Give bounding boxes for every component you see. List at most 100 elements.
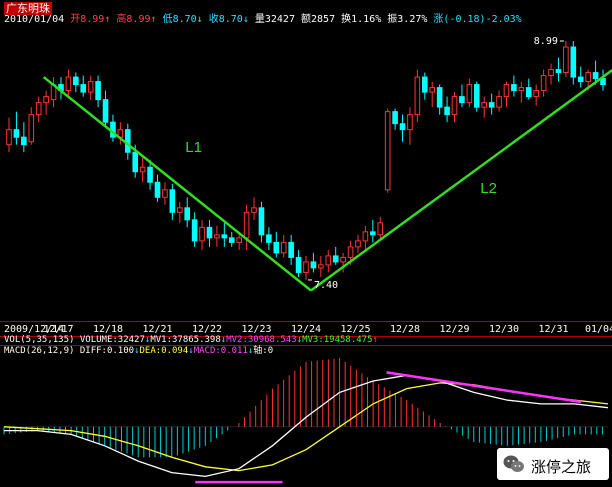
- candle-body: [236, 237, 242, 243]
- watermark: 涨停之旅: [497, 448, 609, 480]
- vol-mv1: MV1:37865.398: [150, 335, 221, 345]
- candle-body: [540, 75, 547, 92]
- candle-body: [139, 166, 146, 173]
- candle-body: [577, 76, 584, 83]
- candle-body: [377, 222, 384, 236]
- macd-value: MACD:0.011: [193, 346, 248, 356]
- macd-axis: 轴:0: [253, 346, 274, 356]
- candle-body: [421, 76, 428, 93]
- date-tick-label: 12/23: [241, 324, 272, 335]
- candle-body: [184, 207, 191, 221]
- up-arrow-icon: ↑: [372, 335, 378, 345]
- candle-body: [243, 211, 250, 239]
- candle-body: [124, 129, 131, 153]
- candle-body: [370, 231, 376, 236]
- candle-body: [6, 129, 12, 146]
- candle-body: [199, 226, 205, 242]
- candle-body: [295, 256, 302, 273]
- candle-body: [407, 114, 413, 131]
- candle-body: [80, 84, 87, 93]
- vol-mv2: MV2:30968.543: [226, 335, 297, 345]
- candle-body: [466, 84, 473, 104]
- high-price-label: 8.99: [534, 36, 558, 47]
- candle-body: [206, 226, 213, 239]
- candle-body: [347, 246, 354, 258]
- macd-dea: DEA:0.094: [139, 346, 189, 356]
- date-tick-label: 12/17: [43, 324, 74, 335]
- candle-body: [481, 102, 488, 108]
- candle-body: [384, 111, 391, 191]
- candle-body: [73, 76, 79, 86]
- candle-body: [399, 123, 406, 131]
- vol-name: VOL(5,35,135): [4, 335, 75, 345]
- candle-body: [503, 84, 510, 98]
- date-tick-label: 12/30: [488, 324, 520, 335]
- candle-body: [340, 256, 346, 263]
- candle-body: [355, 240, 361, 248]
- candle-body: [214, 234, 220, 239]
- candle-body: [444, 106, 450, 116]
- candle-body: [533, 90, 539, 98]
- trendline-label-l2: L2: [480, 180, 497, 197]
- candle-body: [592, 72, 599, 80]
- candle-body: [65, 76, 72, 92]
- candle-body: [258, 207, 265, 236]
- candle-body: [585, 72, 591, 83]
- date-tick-label: 12/25: [340, 324, 371, 335]
- candle-body: [162, 189, 168, 198]
- date-tick-label: 12/24: [290, 324, 322, 335]
- candle-body: [548, 69, 554, 77]
- candle-body: [325, 255, 332, 266]
- candle-body: [154, 181, 161, 198]
- wechat-icon: [503, 455, 524, 472]
- candle-body: [518, 87, 525, 92]
- candle-body: [318, 264, 324, 269]
- candle-body: [525, 87, 532, 98]
- vol-volume: VOLUME:32427: [79, 335, 145, 345]
- watermark-text: 涨停之旅: [531, 458, 592, 476]
- candle-body: [488, 102, 495, 108]
- candle-body: [21, 136, 27, 146]
- stock-chart-screen: 广东明珠 2010/01/04 开8.99↑ 高8.99↑ 低8.70↓ 收8.…: [0, 0, 612, 487]
- candle-body: [132, 151, 139, 173]
- date-tick-label: 12/28: [389, 324, 421, 335]
- candle-body: [496, 96, 502, 108]
- low-price-label: 7.40: [314, 280, 338, 291]
- candle-body: [563, 46, 569, 74]
- candle-body: [87, 81, 94, 93]
- date-tick-label: 12/22: [191, 324, 223, 335]
- candle-body: [176, 207, 183, 213]
- candle-body: [362, 231, 369, 242]
- candle-body: [288, 241, 294, 258]
- candle-body: [473, 84, 480, 108]
- candle-body: [251, 207, 257, 213]
- candle-body: [147, 166, 153, 183]
- trendline-l1: [42, 76, 312, 292]
- macd-indicator-line: MACD(26,12,9) DIFF:0.100↓DEA:0.094↓MACD:…: [4, 347, 273, 356]
- macd-name: MACD(26,12,9): [4, 346, 75, 356]
- candle-body: [392, 111, 398, 125]
- candle-body: [266, 234, 272, 243]
- date-tick-label: 12/29: [439, 324, 470, 335]
- candle-body: [451, 96, 458, 116]
- candle-body: [273, 241, 280, 254]
- candle-body: [310, 261, 317, 269]
- chart-canvas: 8.99 7.40 L1 L2: [3, 36, 612, 484]
- candle-body: [43, 96, 49, 104]
- candle-body: [511, 84, 517, 92]
- candle-body: [280, 241, 287, 254]
- candle-body: [102, 99, 109, 123]
- candle-body: [35, 102, 42, 116]
- date-tick-label: 12/31: [538, 324, 569, 335]
- candle-body: [303, 261, 309, 273]
- candle-body: [555, 69, 562, 74]
- trendline-label-l1: L1: [185, 139, 202, 156]
- vol-mv3: MV3:19458.475: [302, 335, 373, 345]
- candle-body: [414, 76, 421, 116]
- candle-body: [459, 96, 465, 104]
- candle-body: [191, 219, 198, 242]
- candle-body: [169, 189, 176, 213]
- date-tick-label: 12/21: [142, 324, 173, 335]
- candle-body: [95, 81, 101, 101]
- date-tick-label: 12/18: [92, 324, 124, 335]
